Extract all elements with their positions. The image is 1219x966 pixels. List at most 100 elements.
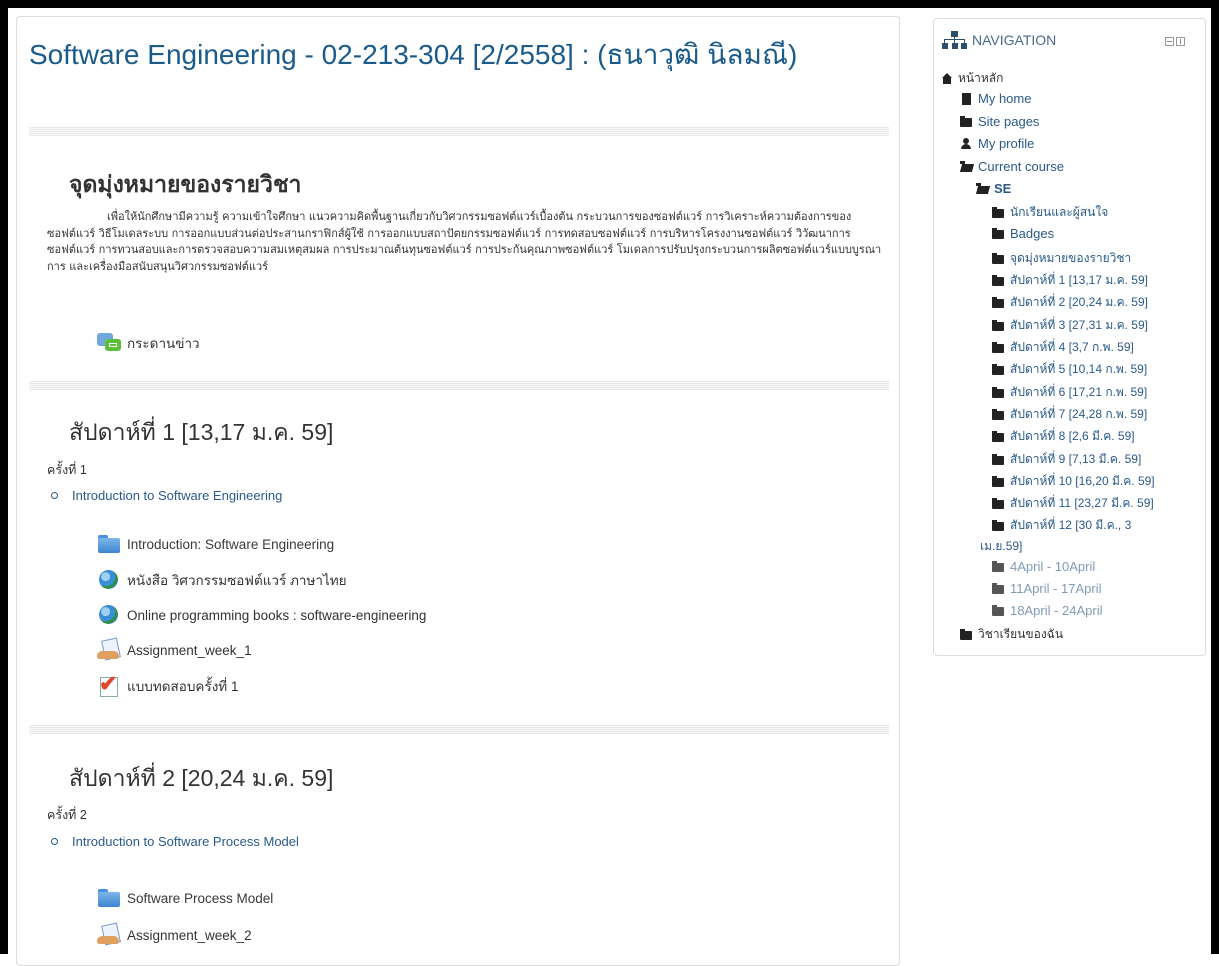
nav-course-item[interactable]: สัปดาห์ที่ 11 [23,27 มี.ค. 59] xyxy=(992,494,1154,513)
folder-icon xyxy=(992,431,1005,442)
section-title-week-1: สัปดาห์ที่ 1 [13,17 ม.ค. 59] xyxy=(69,419,334,445)
nav-current-course[interactable]: Current course xyxy=(960,159,1064,174)
nav-my-home[interactable]: My home xyxy=(960,91,1031,106)
folder-icon xyxy=(97,887,121,909)
session-label: ครั้งที่ 1 xyxy=(47,463,87,477)
folder-icon xyxy=(992,520,1005,531)
url-globe-icon xyxy=(97,604,121,626)
activity-assignment[interactable]: Assignment_week_1 xyxy=(97,637,252,663)
assignment-icon xyxy=(97,924,121,946)
nav-course-item[interactable]: จุดมุ่งหมายของรายวิชา xyxy=(992,249,1131,268)
nav-label: My home xyxy=(978,91,1032,106)
block-controls xyxy=(1165,37,1185,46)
nav-label: Site pages xyxy=(978,114,1040,129)
nav-course-item[interactable]: สัปดาห์ที่ 9 [7,13 มี.ค. 59] xyxy=(992,450,1141,469)
folder-icon xyxy=(992,498,1005,509)
topic-label: Introduction to Software Process Model xyxy=(72,834,299,849)
folder-icon xyxy=(992,320,1005,331)
folder-icon xyxy=(992,275,1005,286)
activity-folder[interactable]: Introduction: Software Engineering xyxy=(97,531,334,557)
nav-course-item[interactable]: นักเรียนและผู้สนใจ xyxy=(992,203,1108,222)
nav-hidden-item[interactable]: 11April - 17April xyxy=(992,581,1102,596)
folder-icon xyxy=(992,409,1005,420)
activity-label: Assignment_week_1 xyxy=(127,642,252,658)
nav-course-item[interactable]: สัปดาห์ที่ 12 [30 มี.ค., 3 xyxy=(992,516,1131,535)
folder-icon xyxy=(992,387,1005,398)
folder-icon xyxy=(992,561,1005,572)
nav-label: สัปดาห์ที่ 10 [16,20 มี.ค. 59] xyxy=(1010,474,1155,488)
activity-quiz[interactable]: แบบทดสอบครั้งที่ 1 xyxy=(97,671,239,699)
dock-icon[interactable] xyxy=(1176,37,1185,46)
nav-course-item-wrap[interactable]: เม.ย.59] xyxy=(980,537,1022,556)
nav-course-item[interactable]: สัปดาห์ที่ 4 [3,7 ก.พ. 59] xyxy=(992,338,1134,357)
navigation-header: NAVIGATION xyxy=(942,31,1056,49)
section-summary: เพื่อให้นักศึกษามีความรู้ ความเข้าใจศึกษ… xyxy=(47,210,882,273)
nav-label: 4April - 10April xyxy=(1010,559,1096,574)
nav-label: สัปดาห์ที่ 12 [30 มี.ค., 3 xyxy=(1010,518,1132,532)
folder-icon xyxy=(992,605,1005,616)
course-title: Software Engineering - 02-213-304 [2/255… xyxy=(29,39,798,70)
bullet-icon xyxy=(51,492,58,499)
nav-label: จุดมุ่งหมายของรายวิชา xyxy=(1010,251,1132,265)
nav-course-item[interactable]: สัปดาห์ที่ 8 [2,6 มี.ค. 59] xyxy=(992,427,1135,446)
activity-folder[interactable]: Software Process Model xyxy=(97,885,273,911)
nav-label: สัปดาห์ที่ 2 [20,24 ม.ค. 59] xyxy=(1010,295,1148,309)
quiz-icon xyxy=(97,671,121,697)
nav-label: สัปดาห์ที่ 7 [24,28 ก.พ. 59] xyxy=(1010,407,1148,421)
folder-icon xyxy=(992,253,1005,264)
folder-icon xyxy=(992,207,1005,218)
nav-course-se[interactable]: SE xyxy=(976,181,1011,196)
nav-my-profile[interactable]: My profile xyxy=(960,136,1034,151)
activity-label: Introduction: Software Engineering xyxy=(127,536,335,552)
user-icon xyxy=(960,138,973,149)
nav-label: สัปดาห์ที่ 5 [10,14 ก.พ. 59] xyxy=(1010,362,1148,376)
folder-open-icon xyxy=(960,161,973,172)
activity-label: กระดานข่าว xyxy=(127,336,200,351)
nav-site-pages[interactable]: Site pages xyxy=(960,114,1039,129)
nav-course-item[interactable]: สัปดาห์ที่ 7 [24,28 ก.พ. 59] xyxy=(992,405,1147,424)
folder-icon xyxy=(960,629,973,640)
activity-label: Online programming books : software-engi… xyxy=(127,607,427,623)
nav-course-item[interactable]: Badges xyxy=(992,226,1054,241)
nav-course-item[interactable]: สัปดาห์ที่ 2 [20,24 ม.ค. 59] xyxy=(992,293,1148,312)
nav-hidden-item[interactable]: 4April - 10April xyxy=(992,559,1095,574)
nav-course-item[interactable]: สัปดาห์ที่ 3 [27,31 ม.ค. 59] xyxy=(992,316,1148,335)
nav-label: สัปดาห์ที่ 1 [13,17 ม.ค. 59] xyxy=(1010,273,1148,287)
topic-bullet: Introduction to Software Process Model xyxy=(51,834,299,849)
folder-open-icon xyxy=(976,183,989,194)
nav-label: สัปดาห์ที่ 4 [3,7 ก.พ. 59] xyxy=(1010,340,1134,354)
home-icon xyxy=(940,73,953,84)
nav-label: สัปดาห์ที่ 8 [2,6 มี.ค. 59] xyxy=(1010,429,1135,443)
navigation-block: NAVIGATION หน้าหลัก My home Site pages M… xyxy=(933,18,1206,656)
nav-course-item[interactable]: สัปดาห์ที่ 1 [13,17 ม.ค. 59] xyxy=(992,271,1148,290)
course-content: Software Engineering - 02-213-304 [2/255… xyxy=(16,16,900,966)
activity-label: แบบทดสอบครั้งที่ 1 xyxy=(127,679,239,694)
nav-my-courses[interactable]: วิชาเรียนของฉัน xyxy=(960,625,1063,644)
activity-forum[interactable]: กระดานข่าว xyxy=(97,330,200,356)
nav-home[interactable]: หน้าหลัก xyxy=(940,69,1003,88)
nav-label: หน้าหลัก xyxy=(958,71,1004,85)
navigation-title: NAVIGATION xyxy=(972,32,1057,48)
section-separator xyxy=(29,381,889,390)
bullet-icon xyxy=(51,838,58,845)
nav-label: สัปดาห์ที่ 9 [7,13 มี.ค. 59] xyxy=(1010,452,1142,466)
activity-assignment[interactable]: Assignment_week_2 xyxy=(97,922,252,948)
activity-label: Software Process Model xyxy=(127,890,274,906)
nav-label: My profile xyxy=(978,136,1035,151)
folder-icon xyxy=(992,297,1005,308)
session-label: ครั้งที่ 2 xyxy=(47,808,87,822)
nav-course-item[interactable]: สัปดาห์ที่ 5 [10,14 ก.พ. 59] xyxy=(992,360,1147,379)
nav-course-item[interactable]: สัปดาห์ที่ 10 [16,20 มี.ค. 59] xyxy=(992,472,1155,491)
topic-label: Introduction to Software Engineering xyxy=(72,488,283,503)
topic-bullet: Introduction to Software Engineering xyxy=(51,488,282,503)
nav-label: Current course xyxy=(978,159,1064,174)
nav-hidden-item[interactable]: 18April - 24April xyxy=(992,603,1103,618)
folder-icon xyxy=(992,454,1005,465)
sitemap-icon xyxy=(942,31,967,49)
activity-url[interactable]: Online programming books : software-engi… xyxy=(97,602,426,628)
nav-label: 11April - 17April xyxy=(1010,581,1102,596)
nav-course-item[interactable]: สัปดาห์ที่ 6 [17,21 ก.พ. 59] xyxy=(992,383,1147,402)
minimize-icon[interactable] xyxy=(1165,37,1174,46)
activity-url[interactable]: หนังสือ วิศวกรรมซอฟต์แวร์ ภาษาไทย xyxy=(97,567,347,593)
folder-icon xyxy=(960,116,973,127)
